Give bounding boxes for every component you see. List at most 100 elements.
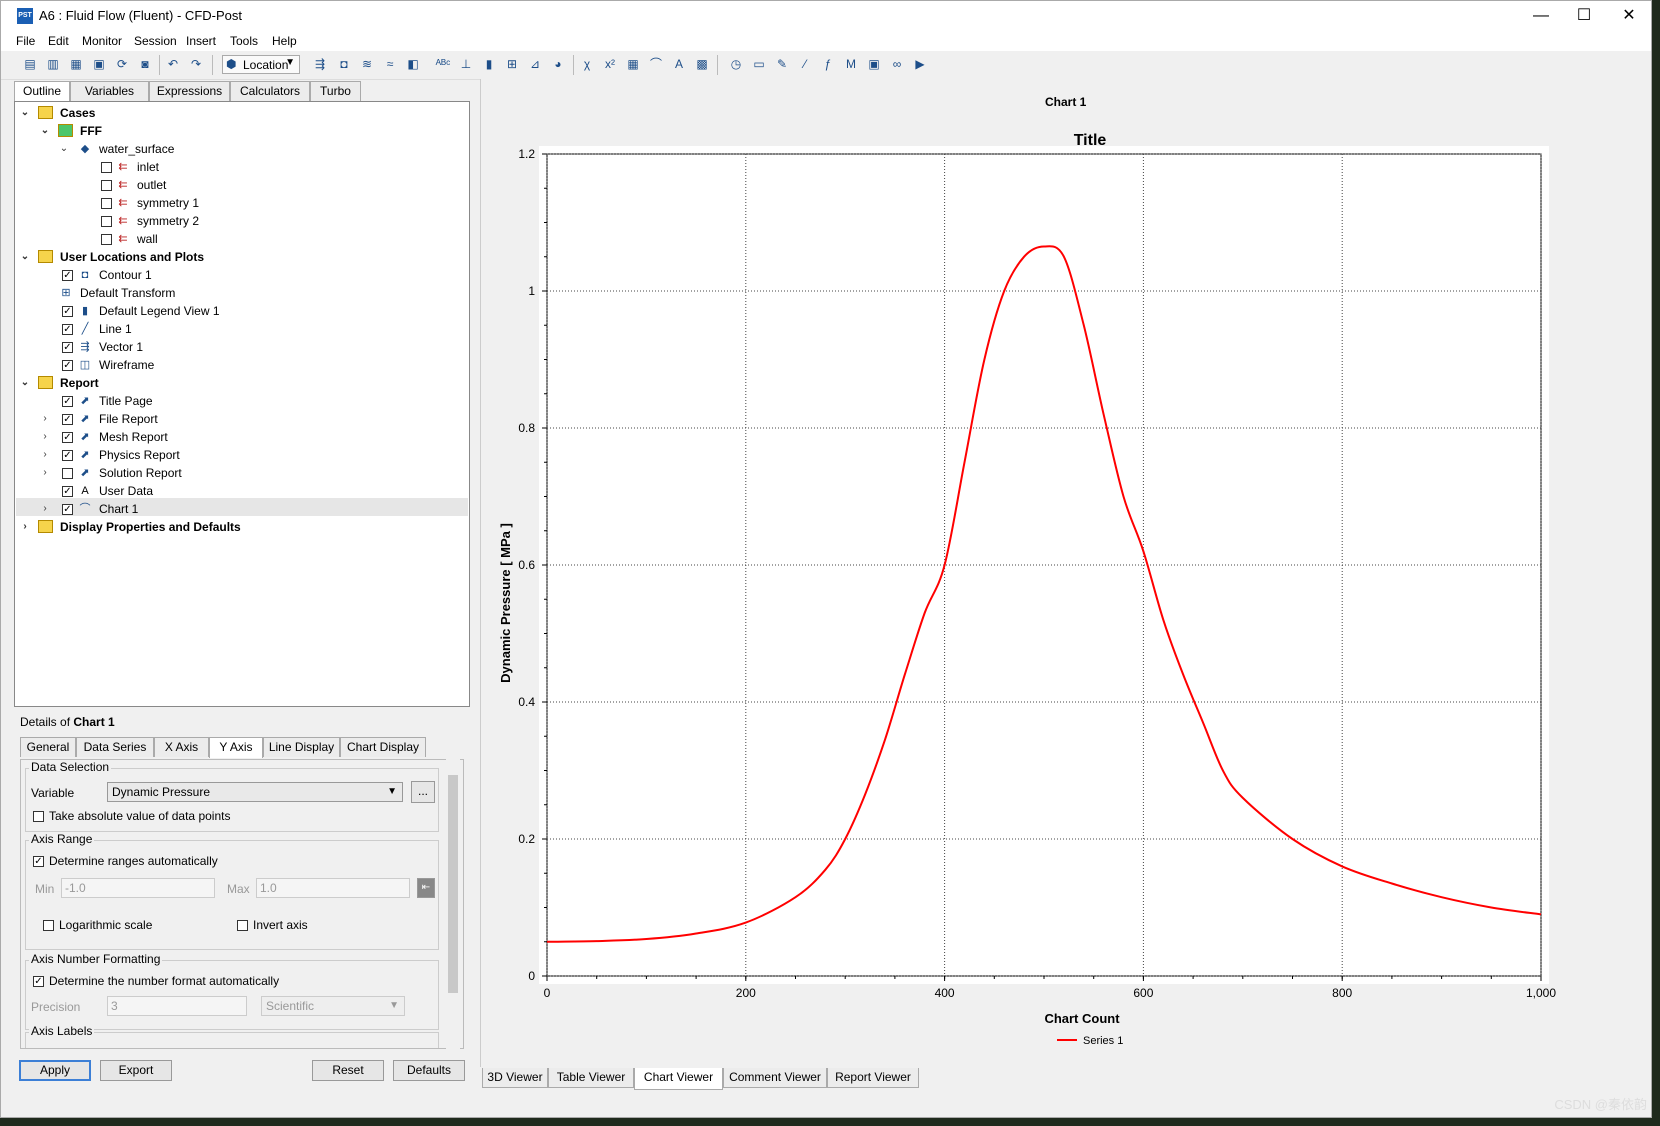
variable-more-button[interactable]: ...	[411, 781, 435, 803]
tab-expressions[interactable]: Expressions	[149, 81, 230, 101]
checkbox[interactable]	[101, 198, 112, 209]
chevron-right-icon[interactable]: ›	[39, 410, 51, 428]
absolute-value-checkbox[interactable]	[33, 811, 44, 822]
checkbox-checked[interactable]: ✓	[62, 342, 73, 353]
coordinate-frame-icon[interactable]: ⊥	[457, 55, 475, 73]
volume-render-icon[interactable]: ◧	[404, 55, 422, 73]
tab-line-display[interactable]: Line Display	[263, 737, 340, 757]
variable-icon[interactable]: χ	[578, 55, 596, 73]
reset-button[interactable]: Reset	[312, 1060, 384, 1081]
scrollbar-thumb[interactable]	[448, 775, 458, 993]
menu-monitor[interactable]: Monitor	[82, 34, 122, 48]
checkbox[interactable]	[101, 216, 112, 227]
contour-icon[interactable]: ◘	[335, 55, 353, 73]
tab-variables[interactable]: Variables	[70, 81, 149, 101]
redo-icon[interactable]: ↷	[187, 55, 205, 73]
macro-calculator-icon[interactable]: M	[842, 55, 860, 73]
checkbox[interactable]	[62, 468, 73, 479]
undo-icon[interactable]: ↶	[164, 55, 182, 73]
table-icon[interactable]: ▦	[624, 55, 642, 73]
tab-turbo[interactable]: Turbo	[310, 81, 361, 101]
legend-icon[interactable]: ▮	[480, 55, 498, 73]
instance-transform-icon[interactable]: ⊞	[503, 55, 521, 73]
chevron-down-icon[interactable]: ⌄	[58, 140, 70, 158]
minimize-button[interactable]: —	[1518, 1, 1564, 31]
tab-chart-viewer[interactable]: Chart Viewer	[634, 1068, 723, 1090]
tab-comment-viewer[interactable]: Comment Viewer	[723, 1068, 827, 1088]
chevron-right-icon[interactable]: ›	[39, 446, 51, 464]
chevron-down-icon[interactable]: ⌄	[39, 122, 51, 140]
quick-editor-icon[interactable]: ✎	[773, 55, 791, 73]
checkbox-checked[interactable]: ✓	[62, 414, 73, 425]
chart[interactable]: 0 0.2 0.4 0.6 0.8 1 1.2 0 200 400 600 800 1,000 Tit…	[480, 116, 1652, 1066]
refresh-icon[interactable]: ⟳	[113, 55, 131, 73]
tab-x-axis[interactable]: X Axis	[154, 737, 209, 757]
checkbox-checked[interactable]: ✓	[62, 270, 73, 281]
checkbox-checked[interactable]: ✓	[62, 504, 73, 515]
screenshot-icon[interactable]: ◙	[136, 55, 154, 73]
menu-tools[interactable]: Tools	[230, 34, 258, 48]
max-input[interactable]: 1.0	[256, 878, 410, 898]
color-map-icon[interactable]: ◕	[549, 55, 567, 73]
invert-axis-checkbox[interactable]	[237, 920, 248, 931]
chevron-down-icon[interactable]: ⌄	[19, 248, 31, 266]
close-button[interactable]: ✕	[1606, 1, 1651, 31]
checkbox-checked[interactable]: ✓	[62, 306, 73, 317]
load-state-icon[interactable]: ▤	[21, 55, 39, 73]
tab-report-viewer[interactable]: Report Viewer	[827, 1068, 919, 1088]
chart-icon[interactable]: ⌒	[647, 55, 665, 73]
checkbox-checked[interactable]: ✓	[62, 324, 73, 335]
checkbox[interactable]	[101, 162, 112, 173]
streamline-icon[interactable]: ≋	[358, 55, 376, 73]
details-scrollbar[interactable]	[446, 759, 460, 1049]
maximize-button[interactable]: ☐	[1561, 1, 1607, 31]
menu-insert[interactable]: Insert	[186, 34, 216, 48]
figure-icon[interactable]: ▩	[693, 55, 711, 73]
tab-data-series[interactable]: Data Series	[76, 737, 154, 757]
chevron-right-icon[interactable]: ›	[39, 500, 51, 518]
tab-general[interactable]: General	[20, 737, 76, 757]
checkbox-checked[interactable]: ✓	[62, 396, 73, 407]
tab-outline[interactable]: Outline	[14, 81, 70, 102]
menu-edit[interactable]: Edit	[48, 34, 69, 48]
tab-calculators[interactable]: Calculators	[230, 81, 310, 101]
defaults-button[interactable]: Defaults	[393, 1060, 465, 1081]
tab-y-axis[interactable]: Y Axis	[209, 737, 263, 758]
clip-plane-icon[interactable]: ⊿	[526, 55, 544, 73]
comment-icon[interactable]: A	[670, 55, 688, 73]
menu-session[interactable]: Session	[134, 34, 177, 48]
menu-help[interactable]: Help	[272, 34, 297, 48]
checkbox-checked[interactable]: ✓	[62, 450, 73, 461]
determine-ranges-checkbox[interactable]: ✓	[33, 856, 44, 867]
checkbox[interactable]	[101, 180, 112, 191]
expression-icon[interactable]: x²	[601, 55, 619, 73]
precision-input[interactable]: 3	[107, 996, 247, 1016]
clock-icon[interactable]: ◷	[727, 55, 745, 73]
save-state-icon[interactable]: ▥	[44, 55, 62, 73]
tab-3d-viewer[interactable]: 3D Viewer	[482, 1068, 548, 1088]
vector-icon[interactable]: ⇶	[311, 55, 329, 73]
min-input[interactable]: -1.0	[61, 878, 215, 898]
mesh-calculator-icon[interactable]: ▣	[865, 55, 883, 73]
checkbox[interactable]	[101, 234, 112, 245]
checkbox-checked[interactable]: ✓	[62, 360, 73, 371]
apply-button[interactable]: Apply	[19, 1060, 91, 1081]
checkbox-checked[interactable]: ✓	[62, 432, 73, 443]
tab-chart-display[interactable]: Chart Display	[340, 737, 426, 757]
particle-track-icon[interactable]: ≈	[381, 55, 399, 73]
save-icon[interactable]: ▣	[90, 55, 108, 73]
checkbox-checked[interactable]: ✓	[62, 486, 73, 497]
load-results-icon[interactable]: ▦	[67, 55, 85, 73]
format-select[interactable]: Scientific ▼	[261, 996, 405, 1016]
case-comparison-icon[interactable]: ∞	[888, 55, 906, 73]
chevron-right-icon[interactable]: ›	[39, 428, 51, 446]
text-icon[interactable]: ᴬᴮᶜ	[434, 55, 452, 73]
chevron-right-icon[interactable]: ›	[39, 464, 51, 482]
chevron-down-icon[interactable]: ⌄	[19, 374, 31, 392]
function-calculator-icon[interactable]: ƒ	[819, 55, 837, 73]
tab-table-viewer[interactable]: Table Viewer	[548, 1068, 634, 1088]
export-button[interactable]: Export	[100, 1060, 172, 1081]
chevron-down-icon[interactable]: ⌄	[19, 104, 31, 122]
command-editor-icon[interactable]: ▶	[911, 55, 929, 73]
probe-icon[interactable]: ⁄	[796, 55, 814, 73]
